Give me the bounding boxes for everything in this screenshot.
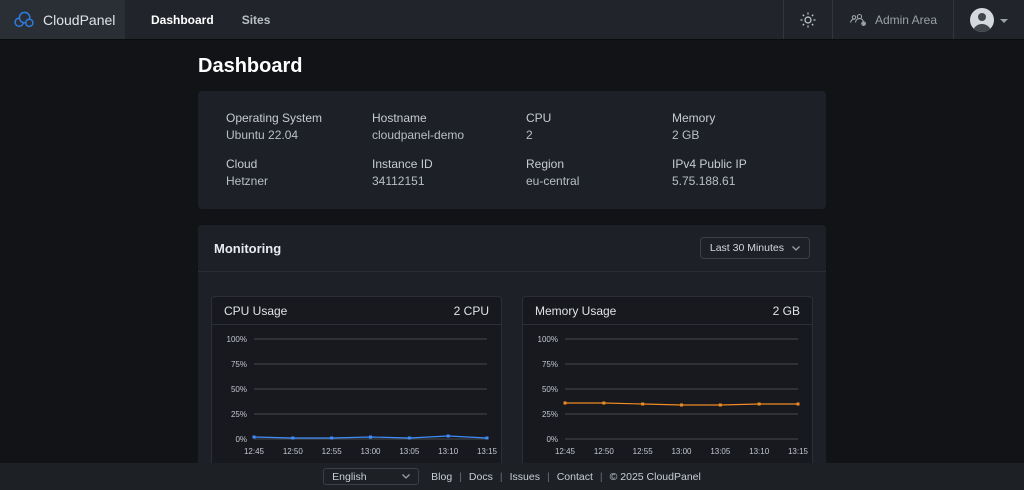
time-range-dropdown[interactable]: Last 30 Minutes: [700, 237, 810, 259]
svg-text:0%: 0%: [235, 435, 247, 444]
svg-text:13:00: 13:00: [671, 447, 692, 456]
nav-item-sites[interactable]: Sites: [242, 13, 271, 27]
svg-text:0%: 0%: [546, 435, 558, 444]
svg-text:12:45: 12:45: [555, 447, 576, 456]
footer-separator: |: [500, 471, 503, 483]
main-area: Dashboard Operating System Ubuntu 22.04 …: [0, 40, 1024, 463]
info-value: 34112151: [372, 174, 526, 189]
info-field-ipv4-public-ip: IPv4 Public IP 5.75.188.61: [672, 157, 798, 189]
top-navbar: CloudPanel Dashboard Sites: [0, 0, 1024, 40]
cpu-chart-header: CPU Usage 2 CPU: [212, 297, 501, 325]
cpu-usage-chart: 0% 25% 50% 75% 100% 12:45 12:50 12:55 13:00 13:05…: [212, 325, 501, 463]
footer-link-issues[interactable]: Issues: [510, 471, 540, 483]
info-value: eu-central: [526, 174, 672, 189]
monitoring-header: Monitoring Last 30 Minutes: [198, 225, 826, 272]
monitoring-title: Monitoring: [214, 241, 281, 256]
memory-usage-chart-card: Memory Usage 2 GB 0% 25% 50% 75% 100% 12:45 12…: [522, 296, 813, 463]
admin-area-label: Admin Area: [875, 13, 937, 27]
footer-copyright: © 2025 CloudPanel: [610, 471, 701, 483]
svg-text:13:15: 13:15: [477, 447, 498, 456]
svg-text:12:45: 12:45: [244, 447, 265, 456]
footer-separator: |: [600, 471, 603, 483]
chevron-down-icon: [402, 474, 410, 479]
main-nav: Dashboard Sites: [125, 0, 783, 39]
cpu-capacity: 2 CPU: [454, 304, 489, 318]
svg-text:12:55: 12:55: [633, 447, 654, 456]
memory-chart-header: Memory Usage 2 GB: [523, 297, 812, 325]
navbar-right: Admin Area: [783, 0, 1024, 39]
svg-text:25%: 25%: [231, 410, 247, 419]
info-label: CPU: [526, 111, 672, 126]
svg-text:100%: 100%: [227, 335, 247, 344]
chevron-down-icon: [792, 246, 800, 251]
info-field-hostname: Hostname cloudpanel-demo: [372, 111, 526, 143]
info-value: 2 GB: [672, 128, 798, 143]
cpu-chart-title: CPU Usage: [224, 304, 287, 318]
avatar: [970, 8, 994, 32]
info-label: IPv4 Public IP: [672, 157, 798, 172]
memory-chart-title: Memory Usage: [535, 304, 616, 318]
info-value: 5.75.188.61: [672, 174, 798, 189]
info-field-instance-id: Instance ID 34112151: [372, 157, 526, 189]
info-value: 2: [526, 128, 672, 143]
info-field-operating-system: Operating System Ubuntu 22.04: [226, 111, 372, 143]
monitoring-card: Monitoring Last 30 Minutes CPU Usage 2 C…: [198, 225, 826, 463]
memory-usage-chart: 0% 25% 50% 75% 100% 12:45 12:50 12:55 13:00 13:05…: [523, 325, 812, 463]
theme-toggle-button[interactable]: [783, 0, 832, 39]
footer-link-docs[interactable]: Docs: [469, 471, 493, 483]
admin-area-button[interactable]: Admin Area: [832, 0, 953, 39]
info-label: Hostname: [372, 111, 526, 126]
footer-separator: |: [459, 471, 462, 483]
info-value: cloudpanel-demo: [372, 128, 526, 143]
info-field-cpu: CPU 2: [526, 111, 672, 143]
brand-logo[interactable]: CloudPanel: [0, 0, 125, 39]
server-info-card: Operating System Ubuntu 22.04 Hostname c…: [198, 91, 826, 209]
info-field-cloud: Cloud Hetzner: [226, 157, 372, 189]
monitoring-body: CPU Usage 2 CPU 0% 25% 50% 75% 100% 12:45 12:5…: [198, 272, 826, 463]
sun-icon: [800, 12, 816, 28]
svg-text:12:50: 12:50: [283, 447, 304, 456]
svg-text:13:05: 13:05: [399, 447, 420, 456]
language-selector[interactable]: English: [323, 468, 419, 485]
nav-item-dashboard[interactable]: Dashboard: [151, 13, 214, 27]
page-title: Dashboard: [198, 54, 826, 78]
svg-text:50%: 50%: [542, 385, 558, 394]
cpu-usage-chart-card: CPU Usage 2 CPU 0% 25% 50% 75% 100% 12:45 12:5…: [211, 296, 502, 463]
svg-text:25%: 25%: [542, 410, 558, 419]
svg-text:75%: 75%: [542, 360, 558, 369]
cloudpanel-cloud-icon: [13, 10, 35, 29]
svg-text:100%: 100%: [538, 335, 558, 344]
svg-text:13:00: 13:00: [360, 447, 381, 456]
footer: English Blog | Docs | Issues | Contact |…: [0, 463, 1024, 490]
svg-text:12:50: 12:50: [594, 447, 615, 456]
info-label: Memory: [672, 111, 798, 126]
svg-text:13:05: 13:05: [710, 447, 731, 456]
chevron-down-icon: [1000, 19, 1008, 23]
svg-text:13:10: 13:10: [438, 447, 459, 456]
users-gear-icon: [849, 13, 867, 27]
footer-separator: |: [547, 471, 550, 483]
info-field-region: Region eu-central: [526, 157, 672, 189]
footer-links: Blog | Docs | Issues | Contact | © 2025 …: [431, 471, 701, 483]
memory-capacity: 2 GB: [773, 304, 800, 318]
svg-text:13:15: 13:15: [788, 447, 809, 456]
user-menu[interactable]: [953, 0, 1024, 39]
brand-name: CloudPanel: [43, 12, 115, 28]
svg-text:50%: 50%: [231, 385, 247, 394]
info-label: Instance ID: [372, 157, 526, 172]
info-label: Operating System: [226, 111, 372, 126]
svg-text:75%: 75%: [231, 360, 247, 369]
footer-link-contact[interactable]: Contact: [557, 471, 593, 483]
footer-link-blog[interactable]: Blog: [431, 471, 452, 483]
time-range-value: Last 30 Minutes: [710, 242, 784, 254]
info-value: Ubuntu 22.04: [226, 128, 372, 143]
svg-text:12:55: 12:55: [322, 447, 343, 456]
language-value: English: [332, 471, 366, 483]
info-value: Hetzner: [226, 174, 372, 189]
info-field-memory: Memory 2 GB: [672, 111, 798, 143]
info-label: Region: [526, 157, 672, 172]
svg-text:13:10: 13:10: [749, 447, 770, 456]
info-label: Cloud: [226, 157, 372, 172]
